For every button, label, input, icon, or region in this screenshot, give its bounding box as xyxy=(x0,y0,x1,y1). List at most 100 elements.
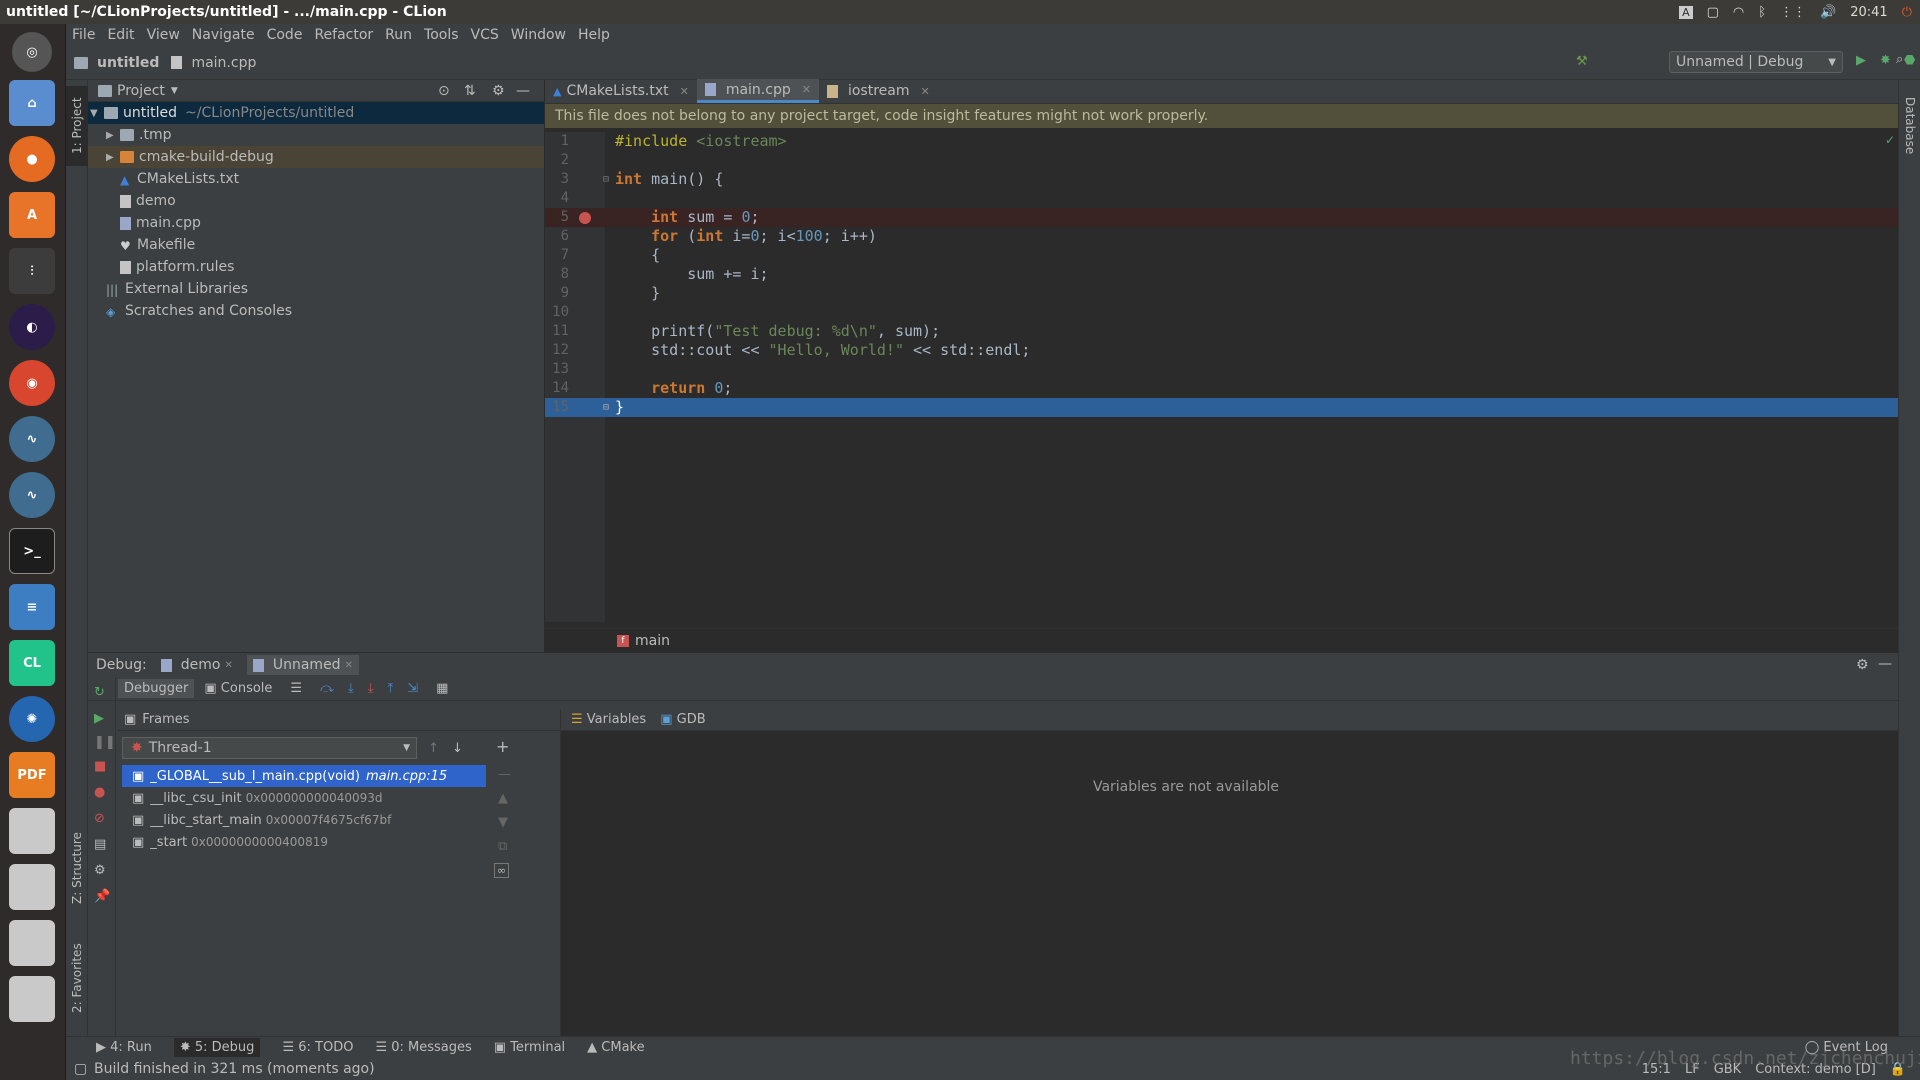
menu-code[interactable]: Code xyxy=(261,27,309,43)
volume-icon[interactable]: 🔊 xyxy=(1820,5,1836,20)
move-down-icon[interactable]: ▼ xyxy=(498,815,508,830)
menu-navigate[interactable]: Navigate xyxy=(186,27,261,43)
thread-select[interactable]: ✸ Thread-1 ▼ xyxy=(122,737,417,759)
close-icon[interactable]: ✕ xyxy=(920,85,929,98)
coverage-icon[interactable]: ⬣ xyxy=(1904,53,1915,68)
screen-icon[interactable]: ▢ xyxy=(1707,5,1719,20)
view-breakpoints-icon[interactable]: ● xyxy=(94,785,110,800)
settings-mixer-icon[interactable]: ⫶ xyxy=(9,248,55,294)
tab-console[interactable]: ▣ Console xyxy=(198,679,278,698)
menu-refactor[interactable]: Refactor xyxy=(308,27,379,43)
search-icon[interactable]: ⌕ xyxy=(1896,52,1903,67)
pdf-viewer-icon[interactable]: PDF xyxy=(9,752,55,798)
wifi-icon[interactable]: ◠ xyxy=(1733,5,1744,20)
code-line-current[interactable]: 15 ⊟} xyxy=(545,398,1898,417)
fold-icon[interactable]: ⊟ xyxy=(603,398,609,417)
code-line[interactable]: 11 printf("Test debug: %d\n", sum); xyxy=(545,322,1898,341)
debug-icon[interactable]: ✸ xyxy=(1880,53,1891,68)
expand-arrow-icon[interactable]: ▶ xyxy=(106,130,120,141)
tool-cmake[interactable]: ▲ CMake xyxy=(587,1040,644,1055)
ubuntu-logo-icon[interactable]: ◎ xyxy=(12,32,52,72)
files-icon[interactable]: ⌂ xyxy=(9,80,55,126)
debug-session-demo[interactable]: demo ✕ xyxy=(160,657,233,673)
tab-main-cpp[interactable]: main.cpp ✕ xyxy=(696,79,819,103)
clion-icon[interactable]: CL xyxy=(9,640,55,686)
fold-icon[interactable]: ⊟ xyxy=(603,170,609,189)
tree-item-makefile[interactable]: ♥ Makefile xyxy=(88,234,544,256)
tree-item-scratches[interactable]: ◈ Scratches and Consoles xyxy=(88,300,544,322)
text-editor-icon[interactable]: ≡ xyxy=(9,584,55,630)
add-icon[interactable]: + xyxy=(496,737,509,756)
software-center-icon[interactable]: A xyxy=(9,192,55,238)
gear-icon[interactable]: ⚙ xyxy=(492,83,505,99)
eclipse-icon[interactable]: ◐ xyxy=(9,304,55,350)
rerun-icon[interactable]: ↻ xyxy=(94,685,110,700)
code-line[interactable]: 6 for (int i=0; i<100; i++) xyxy=(545,227,1898,246)
menu-help[interactable]: Help xyxy=(572,27,616,43)
breakpoint-icon[interactable] xyxy=(579,212,591,224)
minimize-icon[interactable]: — xyxy=(516,83,530,99)
debug-session-unnamed[interactable]: Unnamed ✕ xyxy=(246,655,359,675)
menu-window[interactable]: Window xyxy=(505,27,572,43)
frame-row[interactable]: ▣ __libc_csu_init 0x000000000040093d xyxy=(122,787,486,809)
step-out-icon[interactable]: ⤒ xyxy=(387,681,393,696)
tool-project[interactable]: 1: Project xyxy=(66,86,88,166)
expand-arrow-icon[interactable]: ▼ xyxy=(90,108,104,119)
move-up-icon[interactable]: ▲ xyxy=(498,791,508,806)
status-toggle-icon[interactable]: ▢ xyxy=(74,1061,87,1077)
build-hammer-icon[interactable]: ⚒ xyxy=(1576,54,1588,69)
evaluate-icon[interactable]: ▦ xyxy=(436,681,448,696)
force-step-into-icon[interactable]: ⤓ xyxy=(368,681,374,696)
code-line[interactable]: 8 sum += i; xyxy=(545,265,1898,284)
tree-item-cmake-build-debug[interactable]: ▶ cmake-build-debug xyxy=(88,146,544,168)
copy-icon[interactable]: ⧉ xyxy=(498,839,507,854)
tree-item-tmp[interactable]: ▶ .tmp xyxy=(88,124,544,146)
frame-row[interactable]: ▣ __libc_start_main 0x00007f4675cf67bf xyxy=(122,809,486,831)
collapse-all-icon[interactable]: ⇅ xyxy=(464,83,476,99)
tree-item-demo[interactable]: demo xyxy=(88,190,544,212)
previous-frame-icon[interactable]: ↑ xyxy=(428,741,439,756)
clock[interactable]: 20:41 xyxy=(1850,5,1887,20)
system-monitor-icon[interactable]: ∿ xyxy=(9,416,55,462)
tree-item-platform-rules[interactable]: platform.rules xyxy=(88,256,544,278)
step-over-icon[interactable]: ⤼ xyxy=(320,681,334,696)
minimize-icon[interactable]: — xyxy=(1878,656,1892,672)
layout-icon[interactable]: ▤ xyxy=(94,837,110,852)
drive-2-icon[interactable] xyxy=(9,864,55,910)
tree-item-main-cpp[interactable]: main.cpp xyxy=(88,212,544,234)
project-panel-title[interactable]: Project xyxy=(117,83,165,99)
run-to-cursor-icon[interactable]: ⇲ xyxy=(407,681,418,696)
chevron-down-icon[interactable]: ▼ xyxy=(171,86,178,96)
close-icon[interactable]: ✕ xyxy=(680,85,689,98)
code-area[interactable]: 1 #include <iostream> 2 3 ⊟ int main() { 4 … xyxy=(545,132,1898,417)
mute-breakpoints-icon[interactable]: ⊘ xyxy=(94,811,110,826)
code-line[interactable]: 4 xyxy=(545,189,1898,208)
menu-file[interactable]: File xyxy=(66,27,101,43)
close-icon[interactable]: ✕ xyxy=(802,83,811,96)
gdb-tab[interactable]: ▣ GDB xyxy=(660,712,705,727)
settings-icon[interactable]: ⚙ xyxy=(94,863,110,878)
tool-terminal[interactable]: ▣ Terminal xyxy=(494,1040,565,1055)
code-line[interactable]: 12 std::cout << "Hello, World!" << std::… xyxy=(545,341,1898,360)
breadcrumb-file[interactable]: main.cpp xyxy=(191,55,256,71)
firefox-icon[interactable]: ● xyxy=(9,136,55,182)
tool-messages[interactable]: ☰ 0: Messages xyxy=(375,1040,471,1055)
watches-icon[interactable]: ∞ xyxy=(494,863,510,878)
tool-favorites[interactable]: 2: Favorites xyxy=(66,930,88,1026)
expand-arrow-icon[interactable]: ▶ xyxy=(106,152,120,163)
menu-vcs[interactable]: VCS xyxy=(465,27,505,43)
code-line[interactable]: 7 { xyxy=(545,246,1898,265)
tool-debug[interactable]: ✸ 5: Debug xyxy=(173,1038,261,1057)
function-crumb-label[interactable]: main xyxy=(635,633,670,649)
run-configuration-select[interactable]: Unnamed | Debug ▼ xyxy=(1669,51,1843,73)
tab-iostream[interactable]: iostream ✕ xyxy=(819,79,938,103)
remove-icon[interactable]: — xyxy=(498,767,511,782)
code-line-breakpoint[interactable]: 5 int sum = 0; xyxy=(545,208,1898,227)
pin-icon[interactable]: 📌 xyxy=(94,889,110,904)
chrome-icon[interactable]: ◉ xyxy=(9,360,55,406)
next-frame-icon[interactable]: ↓ xyxy=(452,741,463,756)
tool-database[interactable]: Database xyxy=(1899,86,1920,166)
apps-grid-icon[interactable]: ⋮⋮ xyxy=(1780,5,1806,20)
code-line[interactable]: 3 ⊟ int main() { xyxy=(545,170,1898,189)
code-line[interactable]: 10 xyxy=(545,303,1898,322)
